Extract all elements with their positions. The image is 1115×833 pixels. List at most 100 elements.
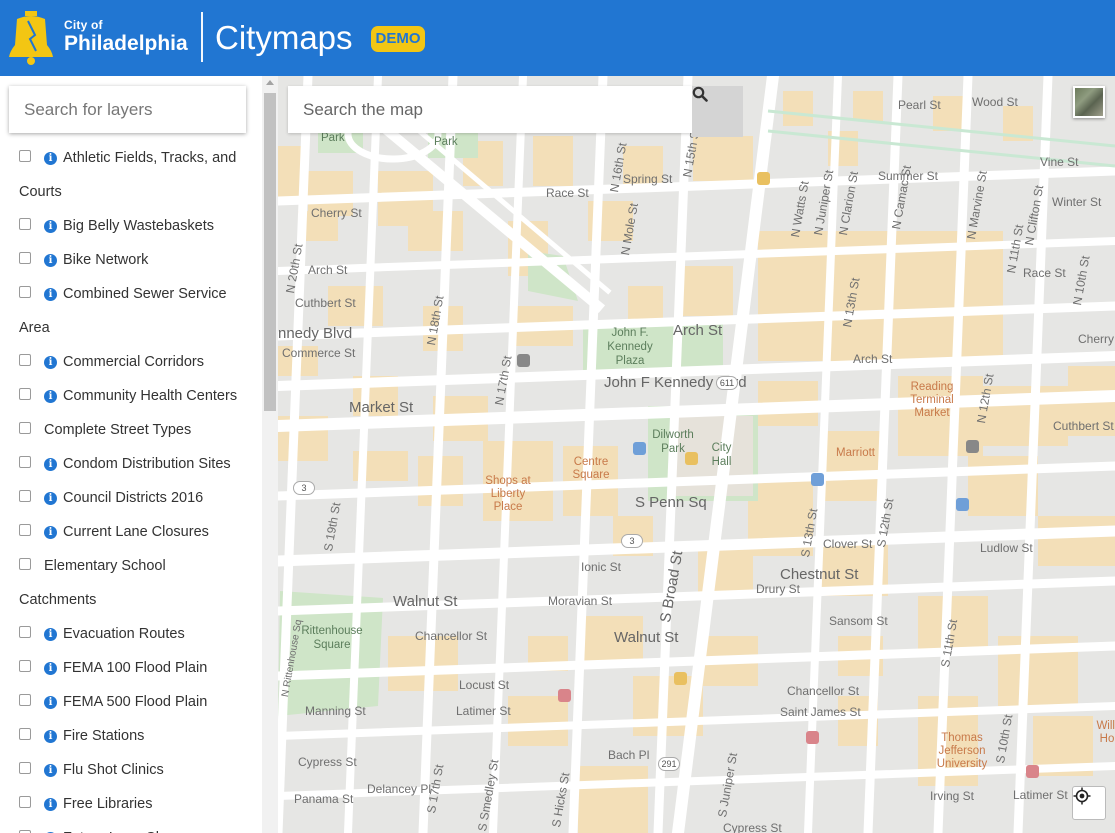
brand-wordmark[interactable]: City of Philadelphia	[64, 18, 188, 56]
layer-label[interactable]: Council Districts 2016	[63, 481, 203, 515]
info-icon[interactable]: i	[44, 253, 57, 267]
layer-label[interactable]: Commercial Corridors	[63, 345, 204, 379]
layer-item[interactable]: i Athletic Fields, Tracks, and Courts	[19, 141, 259, 209]
info-icon[interactable]: i	[44, 287, 57, 301]
transit-station-icon[interactable]	[956, 498, 969, 511]
info-icon[interactable]: i	[44, 355, 57, 369]
layer-label[interactable]: Evacuation Routes	[63, 617, 185, 651]
layer-item[interactable]: i Community Health Centers	[19, 379, 259, 413]
layer-checkbox[interactable]	[19, 761, 31, 774]
layer-row[interactable]: Complete Street Types	[19, 413, 259, 447]
info-icon[interactable]: i	[44, 695, 57, 709]
layer-label[interactable]: Complete Street Types	[44, 413, 191, 447]
map-search-input[interactable]	[288, 86, 692, 133]
layer-checkbox[interactable]	[19, 251, 31, 264]
layer-checkbox[interactable]	[19, 557, 31, 570]
transit-station-icon[interactable]	[674, 672, 687, 685]
info-icon[interactable]: i	[44, 491, 57, 505]
layer-label[interactable]: FEMA 500 Flood Plain	[63, 685, 207, 719]
transit-station-icon[interactable]	[517, 354, 530, 367]
layer-item[interactable]: i Free Libraries	[19, 787, 259, 821]
aerial-basemap-icon[interactable]	[1073, 86, 1105, 118]
transit-station-icon[interactable]	[558, 689, 571, 702]
layer-label[interactable]: Athletic Fields, Tracks, and	[63, 141, 236, 175]
layer-checkbox[interactable]	[19, 727, 31, 740]
layer-label[interactable]: Flu Shot Clinics	[63, 753, 164, 787]
info-icon[interactable]: i	[44, 661, 57, 675]
layer-row[interactable]: i Fire Stations	[19, 719, 259, 753]
layer-label[interactable]: Fire Stations	[63, 719, 144, 753]
layer-checkbox[interactable]	[19, 625, 31, 638]
layer-item[interactable]: i Big Belly Wastebaskets	[19, 209, 259, 243]
transit-station-icon[interactable]	[966, 440, 979, 453]
layer-item[interactable]: i Flu Shot Clinics	[19, 753, 259, 787]
info-icon[interactable]: i	[44, 151, 57, 165]
layer-search-input[interactable]	[9, 86, 246, 133]
layer-label[interactable]: Free Libraries	[63, 787, 152, 821]
layer-row[interactable]: i Flu Shot Clinics	[19, 753, 259, 787]
transit-station-icon[interactable]	[806, 731, 819, 744]
layer-item[interactable]: i Evacuation Routes	[19, 617, 259, 651]
layer-item[interactable]: i FEMA 500 Flood Plain	[19, 685, 259, 719]
transit-station-icon[interactable]	[633, 442, 646, 455]
layer-item[interactable]: i Council Districts 2016	[19, 481, 259, 515]
layer-item[interactable]: i Current Lane Closures	[19, 515, 259, 549]
layer-checkbox[interactable]	[19, 693, 31, 706]
transit-station-icon[interactable]	[685, 452, 698, 465]
layer-label[interactable]: Future Lane Closures	[63, 821, 202, 833]
layer-label-continued[interactable]: Area	[19, 311, 259, 345]
liberty-bell-icon[interactable]	[8, 11, 54, 65]
layer-item[interactable]: i Condom Distribution Sites	[19, 447, 259, 481]
layer-label[interactable]: Combined Sewer Service	[63, 277, 227, 311]
info-icon[interactable]: i	[44, 457, 57, 471]
layer-row[interactable]: i Athletic Fields, Tracks, and	[19, 141, 259, 175]
layer-row[interactable]: i Combined Sewer Service	[19, 277, 259, 311]
info-icon[interactable]: i	[44, 729, 57, 743]
transit-station-icon[interactable]	[811, 473, 824, 486]
layer-row[interactable]: i Bike Network	[19, 243, 259, 277]
layer-label[interactable]: Community Health Centers	[63, 379, 237, 413]
info-icon[interactable]: i	[44, 525, 57, 539]
layer-label[interactable]: Current Lane Closures	[63, 515, 209, 549]
scroll-up-arrow-icon[interactable]	[266, 80, 274, 85]
layer-label[interactable]: Bike Network	[63, 243, 148, 277]
layer-label[interactable]: Big Belly Wastebaskets	[63, 209, 214, 243]
layer-row[interactable]: i FEMA 100 Flood Plain	[19, 651, 259, 685]
layer-checkbox[interactable]	[19, 795, 31, 808]
layer-row[interactable]: iFuture Lane Closures	[19, 821, 259, 833]
layer-row[interactable]: i Evacuation Routes	[19, 617, 259, 651]
layer-label[interactable]: Condom Distribution Sites	[63, 447, 231, 481]
layer-row[interactable]: i Condom Distribution Sites	[19, 447, 259, 481]
locate-button[interactable]	[1072, 786, 1106, 820]
layer-row[interactable]: i Council Districts 2016	[19, 481, 259, 515]
layer-checkbox[interactable]	[19, 489, 31, 502]
info-icon[interactable]: i	[44, 627, 57, 641]
layer-row[interactable]: i Current Lane Closures	[19, 515, 259, 549]
layer-item[interactable]: i Combined Sewer Service Area	[19, 277, 259, 345]
layer-label[interactable]: Elementary School	[44, 549, 166, 583]
layer-label-continued[interactable]: Courts	[19, 175, 259, 209]
layer-checkbox[interactable]	[19, 285, 31, 298]
layer-checkbox[interactable]	[19, 455, 31, 468]
layer-checkbox[interactable]	[19, 149, 31, 162]
layer-checkbox[interactable]	[19, 829, 31, 833]
transit-station-icon[interactable]	[1026, 765, 1039, 778]
layer-item[interactable]: Complete Street Types	[19, 413, 259, 447]
layer-row[interactable]: Elementary School	[19, 549, 259, 583]
layer-item[interactable]: Elementary School Catchments	[19, 549, 259, 617]
info-icon[interactable]: i	[44, 763, 57, 777]
layer-checkbox[interactable]	[19, 421, 31, 434]
layer-label[interactable]: FEMA 100 Flood Plain	[63, 651, 207, 685]
layer-checkbox[interactable]	[19, 659, 31, 672]
layer-item[interactable]: i Commercial Corridors	[19, 345, 259, 379]
layer-item[interactable]: i Bike Network	[19, 243, 259, 277]
info-icon[interactable]: i	[44, 219, 57, 233]
layer-checkbox[interactable]	[19, 387, 31, 400]
map-search-button[interactable]	[692, 86, 743, 137]
layer-row[interactable]: i Commercial Corridors	[19, 345, 259, 379]
layer-item[interactable]: i FEMA 100 Flood Plain	[19, 651, 259, 685]
scrollbar-thumb[interactable]	[264, 93, 276, 411]
layer-row[interactable]: i Free Libraries	[19, 787, 259, 821]
layer-row[interactable]: i Community Health Centers	[19, 379, 259, 413]
layer-label-continued[interactable]: Catchments	[19, 583, 259, 617]
